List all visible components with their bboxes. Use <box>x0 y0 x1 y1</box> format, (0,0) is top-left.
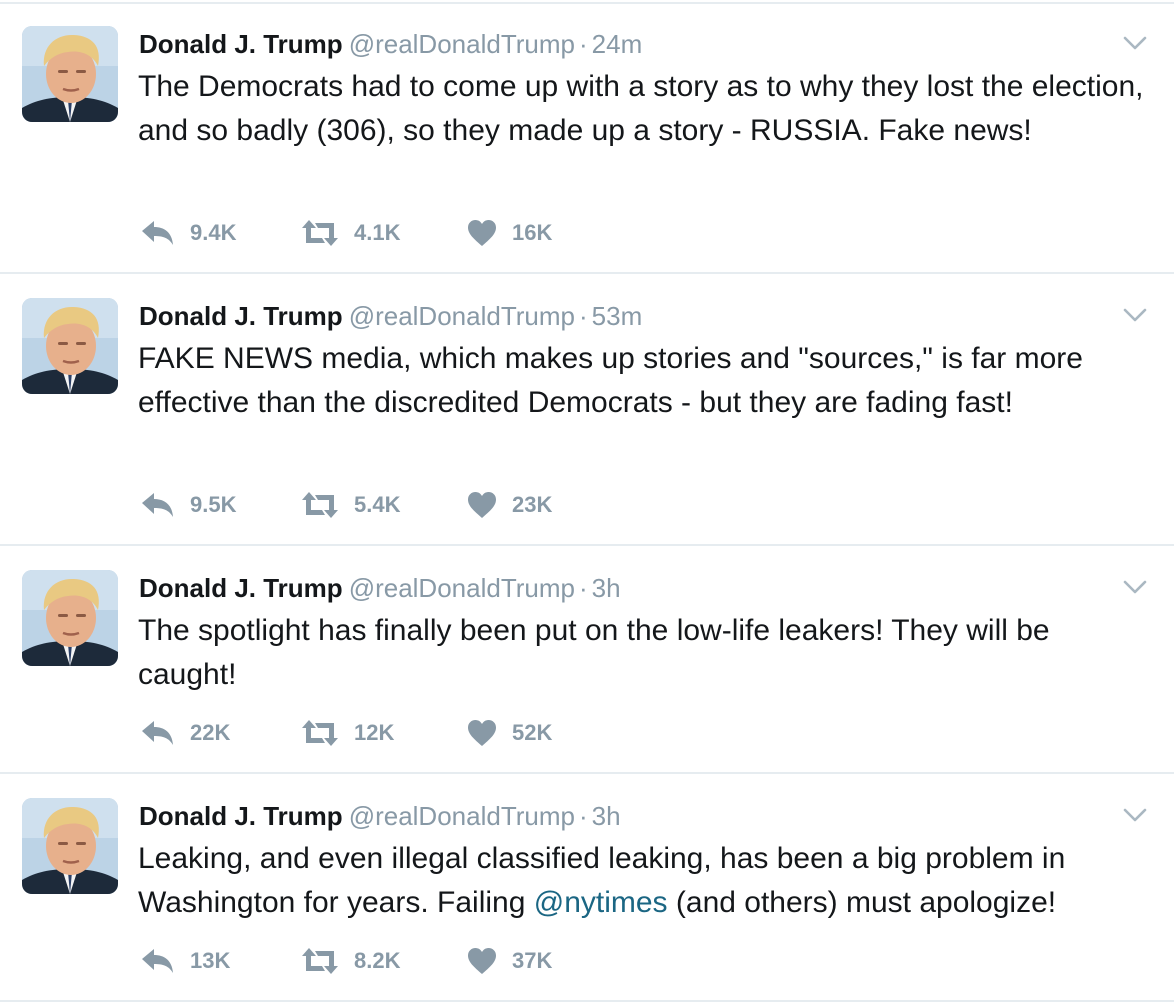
separator-dot: · <box>578 801 588 831</box>
author-name[interactable]: Donald J. Trump <box>139 573 343 603</box>
tweet-header: Donald J. Trump @realDonaldTrump · 24m <box>139 26 642 62</box>
tweet-divider <box>0 772 1174 774</box>
like-button[interactable]: 37K <box>466 944 552 978</box>
tweet-header: Donald J. Trump @realDonaldTrump · 53m <box>139 298 642 334</box>
retweet-button[interactable]: 5.4K <box>300 488 400 522</box>
avatar[interactable] <box>22 298 118 394</box>
retweet-button[interactable]: 4.1K <box>300 216 400 250</box>
mention-link[interactable]: @nytimes <box>534 886 668 919</box>
reply-button[interactable]: 13K <box>140 944 230 978</box>
tweet[interactable]: Donald J. Trump @realDonaldTrump · 53m FAKE… <box>0 276 1174 546</box>
tweet-divider <box>0 272 1174 274</box>
reply-icon <box>140 718 176 748</box>
retweet-button[interactable]: 12K <box>300 716 394 750</box>
tweet-timeline: Donald J. Trump @realDonaldTrump · 24m The … <box>0 0 1174 1004</box>
retweet-icon <box>300 490 340 520</box>
tweet-divider <box>0 1000 1174 1002</box>
retweet-icon <box>300 946 340 976</box>
reply-count: 13K <box>190 948 231 973</box>
separator-dot: · <box>578 29 588 59</box>
tweet-text: Leaking, and even illegal classified lea… <box>138 837 1148 925</box>
tweet-actions: 9.4K 4.1K 16K <box>140 216 700 250</box>
like-count: 37K <box>512 948 553 973</box>
tweet-actions: 13K 8.2K 37K <box>140 944 700 978</box>
chevron-down-icon[interactable] <box>1122 30 1148 56</box>
retweet-button[interactable]: 8.2K <box>300 944 400 978</box>
tweet-divider <box>0 544 1174 546</box>
reply-button[interactable]: 9.5K <box>140 488 236 522</box>
tweet-text: The spotlight has finally been put on th… <box>138 614 1050 691</box>
tweet-timestamp[interactable]: 24m <box>592 29 643 59</box>
heart-icon <box>466 218 498 248</box>
separator-dot: · <box>578 573 588 603</box>
tweet[interactable]: Donald J. Trump @realDonaldTrump · 24m The … <box>0 4 1174 274</box>
like-button[interactable]: 23K <box>466 488 552 522</box>
reply-icon <box>140 946 176 976</box>
tweet[interactable]: Donald J. Trump @realDonaldTrump · 3h Leaki… <box>0 776 1174 1002</box>
avatar[interactable] <box>22 26 118 122</box>
reply-count: 9.5K <box>190 492 237 517</box>
avatar[interactable] <box>22 798 118 894</box>
retweet-count: 4.1K <box>354 220 401 245</box>
retweet-count: 12K <box>354 720 395 745</box>
author-handle[interactable]: @realDonaldTrump <box>349 573 575 603</box>
tweet[interactable]: Donald J. Trump @realDonaldTrump · 3h The s… <box>0 548 1174 774</box>
chevron-down-icon[interactable] <box>1122 802 1148 828</box>
tweet-header: Donald J. Trump @realDonaldTrump · 3h <box>139 798 621 834</box>
separator-dot: · <box>578 301 588 331</box>
tweet-text-end: (and others) must apologize! <box>667 886 1057 919</box>
retweet-icon <box>300 718 340 748</box>
reply-icon <box>140 490 176 520</box>
tweet-text: The Democrats had to come up with a stor… <box>138 70 1144 147</box>
author-name[interactable]: Donald J. Trump <box>139 301 343 331</box>
author-name[interactable]: Donald J. Trump <box>139 29 343 59</box>
reply-count: 9.4K <box>190 220 237 245</box>
heart-icon <box>466 718 498 748</box>
reply-button[interactable]: 9.4K <box>140 216 236 250</box>
retweet-icon <box>300 218 340 248</box>
like-button[interactable]: 16K <box>466 216 552 250</box>
like-count: 16K <box>512 220 553 245</box>
tweet-text: FAKE NEWS media, which makes up stories … <box>138 342 1083 419</box>
reply-icon <box>140 218 176 248</box>
author-name[interactable]: Donald J. Trump <box>139 801 343 831</box>
tweet-header: Donald J. Trump @realDonaldTrump · 3h <box>139 570 621 606</box>
chevron-down-icon[interactable] <box>1122 302 1148 328</box>
reply-button[interactable]: 22K <box>140 716 230 750</box>
author-handle[interactable]: @realDonaldTrump <box>349 301 575 331</box>
chevron-down-icon[interactable] <box>1122 574 1148 600</box>
tweet-timestamp[interactable]: 3h <box>592 801 621 831</box>
heart-icon <box>466 490 498 520</box>
tweet-timestamp[interactable]: 53m <box>592 301 643 331</box>
retweet-count: 8.2K <box>354 948 401 973</box>
tweet-timestamp[interactable]: 3h <box>592 573 621 603</box>
tweet-actions: 22K 12K 52K <box>140 716 700 750</box>
like-button[interactable]: 52K <box>466 716 552 750</box>
tweet-actions: 9.5K 5.4K 23K <box>140 488 700 522</box>
avatar[interactable] <box>22 570 118 666</box>
retweet-count: 5.4K <box>354 492 401 517</box>
author-handle[interactable]: @realDonaldTrump <box>349 29 575 59</box>
heart-icon <box>466 946 498 976</box>
like-count: 23K <box>512 492 553 517</box>
reply-count: 22K <box>190 720 231 745</box>
like-count: 52K <box>512 720 553 745</box>
author-handle[interactable]: @realDonaldTrump <box>349 801 575 831</box>
